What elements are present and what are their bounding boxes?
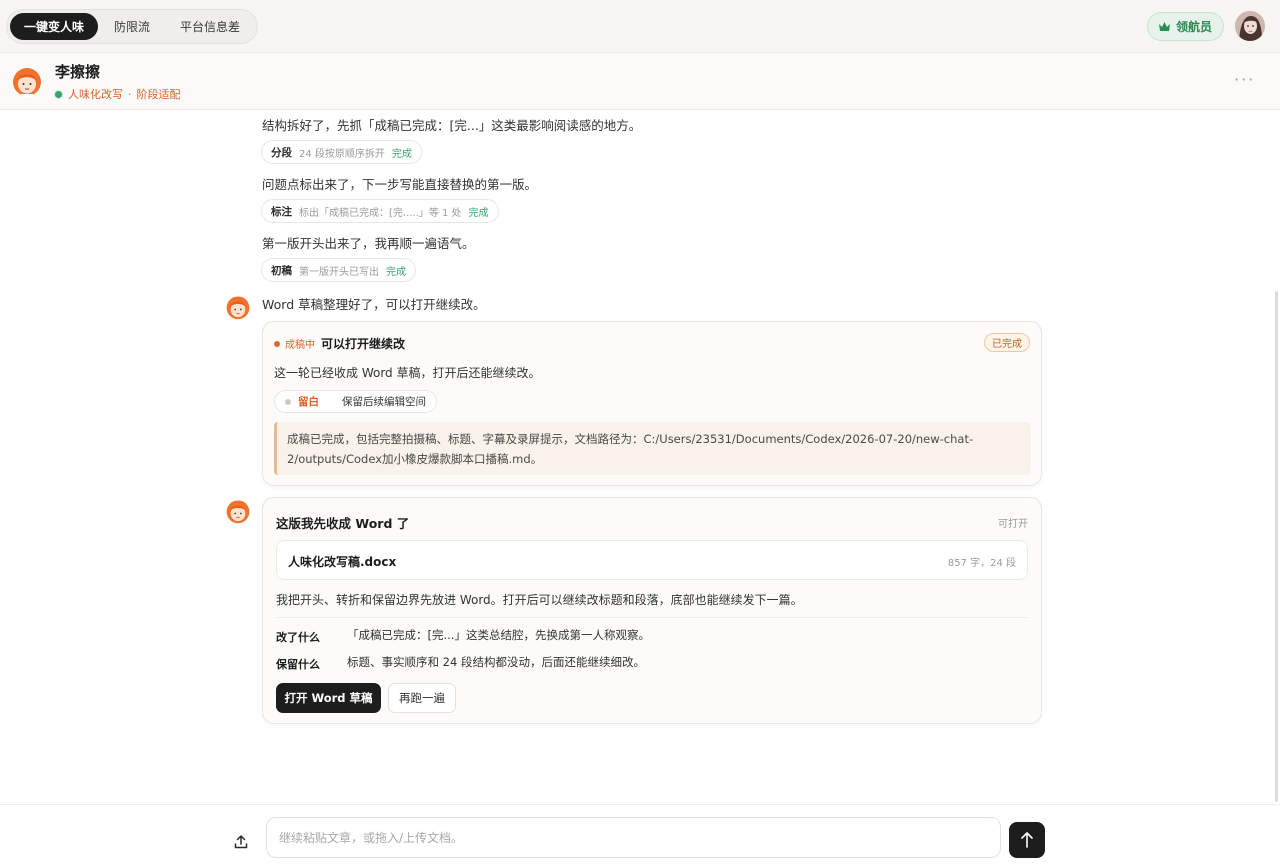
reserve-desc: 保留后续编辑空间 [342,396,426,408]
step-chip-label: 分段 [271,146,292,159]
open-hint: 可打开 [998,519,1028,530]
assistant-name: 李擦擦 [55,63,101,81]
step-chip-annotate: 标注 标出「成稿已完成：[完.....」等 1 处 完成 [261,199,499,223]
step-chip-desc: 第一版开头已写出 [299,266,379,278]
status-separator: · [128,87,132,101]
file-attachment[interactable]: 人味化改写稿.docx 857 字，24 段 [276,540,1028,580]
send-button[interactable] [1009,822,1045,858]
vip-badge[interactable]: 领航员 [1147,12,1224,41]
assistant-message: Word 草稿整理好了，可以打开继续改。 [262,297,486,312]
step-chip-draft: 初稿 第一版开头已写出 完成 [261,258,416,282]
tab-platform-info[interactable]: 平台信息差 [166,13,254,40]
progress-message-1: 结构拆好了，先抓「成稿已完成：[完...」这类最影响阅读感的地方。 [262,118,642,133]
state-label: 成稿中 [285,340,315,351]
state-tag: 成稿中 [274,336,315,351]
step-chip-desc: 24 段按原顺序拆开 [299,148,385,160]
draft-status-card: 成稿中 可以打开继续改 已完成 这一轮已经收成 Word 草稿，打开后还能继续改… [262,321,1042,486]
assistant-status: 人味化改写 · 阶段适配 [54,86,181,102]
more-options-icon[interactable]: ··· [1234,70,1255,89]
step-chip-status: 完成 [468,207,489,219]
kept-value: 标题、事实顺序和 24 段结构都没动，后面还能继续细改。 [347,655,645,669]
card-title: 这版我先收成 Word 了 [276,516,410,531]
mode-tabs: 一键变人味 防限流 平台信息差 [6,9,259,44]
status-stage: 阶段适配 [136,88,181,101]
open-word-button[interactable]: 打开 Word 草稿 [276,683,381,713]
reserve-dot [285,398,291,405]
upload-icon[interactable] [232,833,250,851]
message-input[interactable] [266,817,1001,858]
reserve-chip: 留白 保留后续编辑空间 [274,390,437,413]
word-draft-card: 这版我先收成 Word 了 可打开 人味化改写稿.docx 857 字，24 段… [262,497,1042,724]
quote-line: 2/outputs/Codex加小橡皮爆款脚本口播稿.md。 [287,452,543,466]
kept-label: 保留什么 [276,658,320,671]
step-chip-label: 初稿 [271,264,292,277]
user-avatar[interactable] [1235,11,1265,41]
tab-anti-throttle[interactable]: 防限流 [100,13,164,40]
step-chip-label: 标注 [271,205,292,218]
file-meta: 857 字，24 段 [947,558,1016,569]
progress-message-2: 问题点标出来了，下一步写能直接替换的第一版。 [262,177,538,192]
composer [0,804,1280,868]
tab-humanize[interactable]: 一键变人味 [10,13,99,40]
rerun-button[interactable]: 再跑一遍 [388,683,456,713]
assistant-avatar [226,500,250,524]
card-description: 我把开头、转折和保留边界先放进 Word。打开后可以继续改标题和段落，底部也能继… [276,593,803,607]
top-nav: 一键变人味 防限流 平台信息差 领航员 [0,0,1280,53]
arrow-up-icon [1021,832,1033,848]
chat-header: 李擦擦 人味化改写 · 阶段适配 [0,53,1280,110]
step-chip-status: 完成 [386,266,406,278]
progress-message-3: 第一版开头出来了，我再顺一遍语气。 [262,236,475,251]
assistant-avatar [13,68,41,97]
reserve-label: 留白 [298,396,319,408]
state-dot [274,340,280,347]
step-chip-desc: 标出「成稿已完成：[完.....」等 1 处 [299,207,462,219]
scrollbar-thumb[interactable] [1275,291,1278,802]
assistant-avatar [226,296,250,320]
file-name: 人味化改写稿.docx [288,555,397,569]
vip-label: 领航员 [1175,20,1212,34]
card-title: 可以打开继续改 [321,337,406,351]
step-chip-status: 完成 [391,148,412,160]
status-badge: 已完成 [984,333,1030,352]
changed-label: 改了什么 [276,631,320,644]
online-indicator [54,89,63,99]
divider [276,617,1028,618]
card-summary: 这一轮已经收成 Word 草稿，打开后还能继续改。 [274,366,541,380]
crown-icon [1158,22,1170,31]
result-quote: 成稿已完成，包括完整拍摄稿、标题、字幕及录屏提示，文档路径为：C:/Users/… [274,422,1031,475]
quote-line: 成稿已完成，包括完整拍摄稿、标题、字幕及录屏提示，文档路径为：C:/Users/… [287,432,974,446]
step-chip-split: 分段 24 段按原顺序拆开 完成 [261,140,422,164]
status-mode: 人味化改写 [68,88,123,101]
changed-value: 「成稿已完成：[完...」这类总结腔，先换成第一人称观察。 [347,628,650,642]
